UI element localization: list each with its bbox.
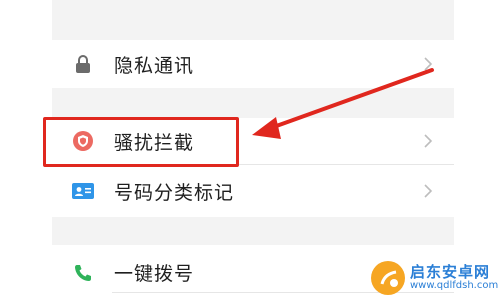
- watermark-brand: 启东安卓网: [410, 262, 491, 281]
- section-gap: [52, 217, 454, 245]
- chevron-right-icon: [420, 56, 436, 72]
- settings-item-privacy-communication[interactable]: 隐私通讯: [52, 40, 454, 88]
- watermark: 启东安卓网 www.qdlfdsh.com: [370, 256, 500, 300]
- lock-icon: [72, 53, 94, 75]
- settings-item-label: 一键拨号: [114, 263, 195, 285]
- settings-item-number-classification[interactable]: 号码分类标记: [52, 165, 454, 217]
- id-card-icon: [72, 180, 94, 202]
- phone-icon: [72, 262, 94, 284]
- highlight-box: [43, 117, 239, 167]
- settings-item-label: 隐私通讯: [114, 54, 195, 77]
- chevron-right-icon: [420, 183, 436, 199]
- watermark-logo-icon: [371, 261, 405, 295]
- section-gap: [52, 88, 454, 118]
- settings-item-label: 号码分类标记: [114, 181, 235, 204]
- chevron-right-icon: [420, 133, 436, 149]
- right-margin: [454, 0, 500, 300]
- watermark-url: www.qdlfdsh.com: [410, 279, 499, 291]
- section-gap: [52, 0, 454, 40]
